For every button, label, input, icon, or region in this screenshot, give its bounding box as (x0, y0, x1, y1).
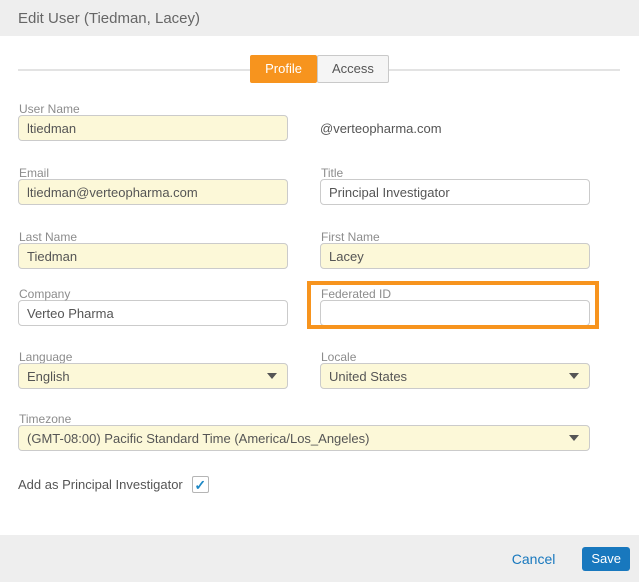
last-name-label: Last Name (19, 231, 288, 243)
user-name-field-group: User Name (18, 103, 288, 141)
timezone-selected-value: (GMT-08:00) Pacific Standard Time (Ameri… (27, 431, 369, 446)
federated-id-field-group: Federated ID (320, 288, 590, 326)
chevron-down-icon (569, 373, 579, 379)
first-name-field-group: First Name (320, 231, 590, 269)
edit-user-dialog: Edit User (Tiedman, Lacey) Profile Acces… (0, 0, 639, 582)
row-names: Last Name First Name (18, 231, 590, 269)
row-email-title: Email Title (18, 167, 590, 205)
dialog-footer: Cancel Save (0, 535, 639, 582)
row-add-as-pi: Add as Principal Investigator ✓ (18, 476, 590, 493)
title-input[interactable] (320, 179, 590, 205)
language-select[interactable]: English (18, 363, 288, 389)
locale-label: Locale (321, 351, 590, 363)
federated-id-input[interactable] (320, 300, 590, 326)
checkmark-icon: ✓ (194, 478, 206, 492)
user-name-label: User Name (19, 103, 288, 115)
first-name-label: First Name (321, 231, 590, 243)
tab-access[interactable]: Access (317, 55, 389, 83)
title-label: Title (321, 167, 590, 179)
first-name-input[interactable] (320, 243, 590, 269)
chevron-down-icon (569, 435, 579, 441)
email-field-group: Email (18, 167, 288, 205)
domain-suffix-text: @verteopharma.com (320, 103, 590, 141)
row-timezone: Timezone (GMT-08:00) Pacific Standard Ti… (18, 413, 590, 451)
language-selected-value: English (27, 369, 70, 384)
dialog-header: Edit User (Tiedman, Lacey) (0, 0, 639, 36)
dialog-title: Edit User (Tiedman, Lacey) (18, 10, 200, 27)
locale-field-group: Locale United States (320, 351, 590, 389)
last-name-input[interactable] (18, 243, 288, 269)
save-button[interactable]: Save (582, 547, 630, 571)
company-input[interactable] (18, 300, 288, 326)
timezone-select[interactable]: (GMT-08:00) Pacific Standard Time (Ameri… (18, 425, 590, 451)
row-company-federated: Company Federated ID (18, 288, 590, 326)
language-field-group: Language English (18, 351, 288, 389)
title-field-group: Title (320, 167, 590, 205)
timezone-field-group: Timezone (GMT-08:00) Pacific Standard Ti… (18, 413, 590, 451)
cancel-button[interactable]: Cancel (512, 551, 556, 567)
row-language-locale: Language English Locale United States (18, 351, 590, 389)
tab-profile[interactable]: Profile (250, 55, 317, 83)
profile-form: User Name @verteopharma.com Email Title … (0, 83, 639, 493)
add-as-pi-label: Add as Principal Investigator (18, 477, 183, 492)
add-as-pi-checkbox[interactable]: ✓ (192, 476, 209, 493)
timezone-label: Timezone (19, 413, 590, 425)
last-name-field-group: Last Name (18, 231, 288, 269)
company-label: Company (19, 288, 288, 300)
federated-id-label: Federated ID (321, 288, 590, 300)
user-name-input[interactable] (18, 115, 288, 141)
company-field-group: Company (18, 288, 288, 326)
email-label: Email (19, 167, 288, 179)
email-input[interactable] (18, 179, 288, 205)
tab-bar: Profile Access (0, 36, 639, 83)
locale-select[interactable]: United States (320, 363, 590, 389)
locale-selected-value: United States (329, 369, 407, 384)
row-user-name: User Name @verteopharma.com (18, 103, 590, 141)
chevron-down-icon (267, 373, 277, 379)
language-label: Language (19, 351, 288, 363)
